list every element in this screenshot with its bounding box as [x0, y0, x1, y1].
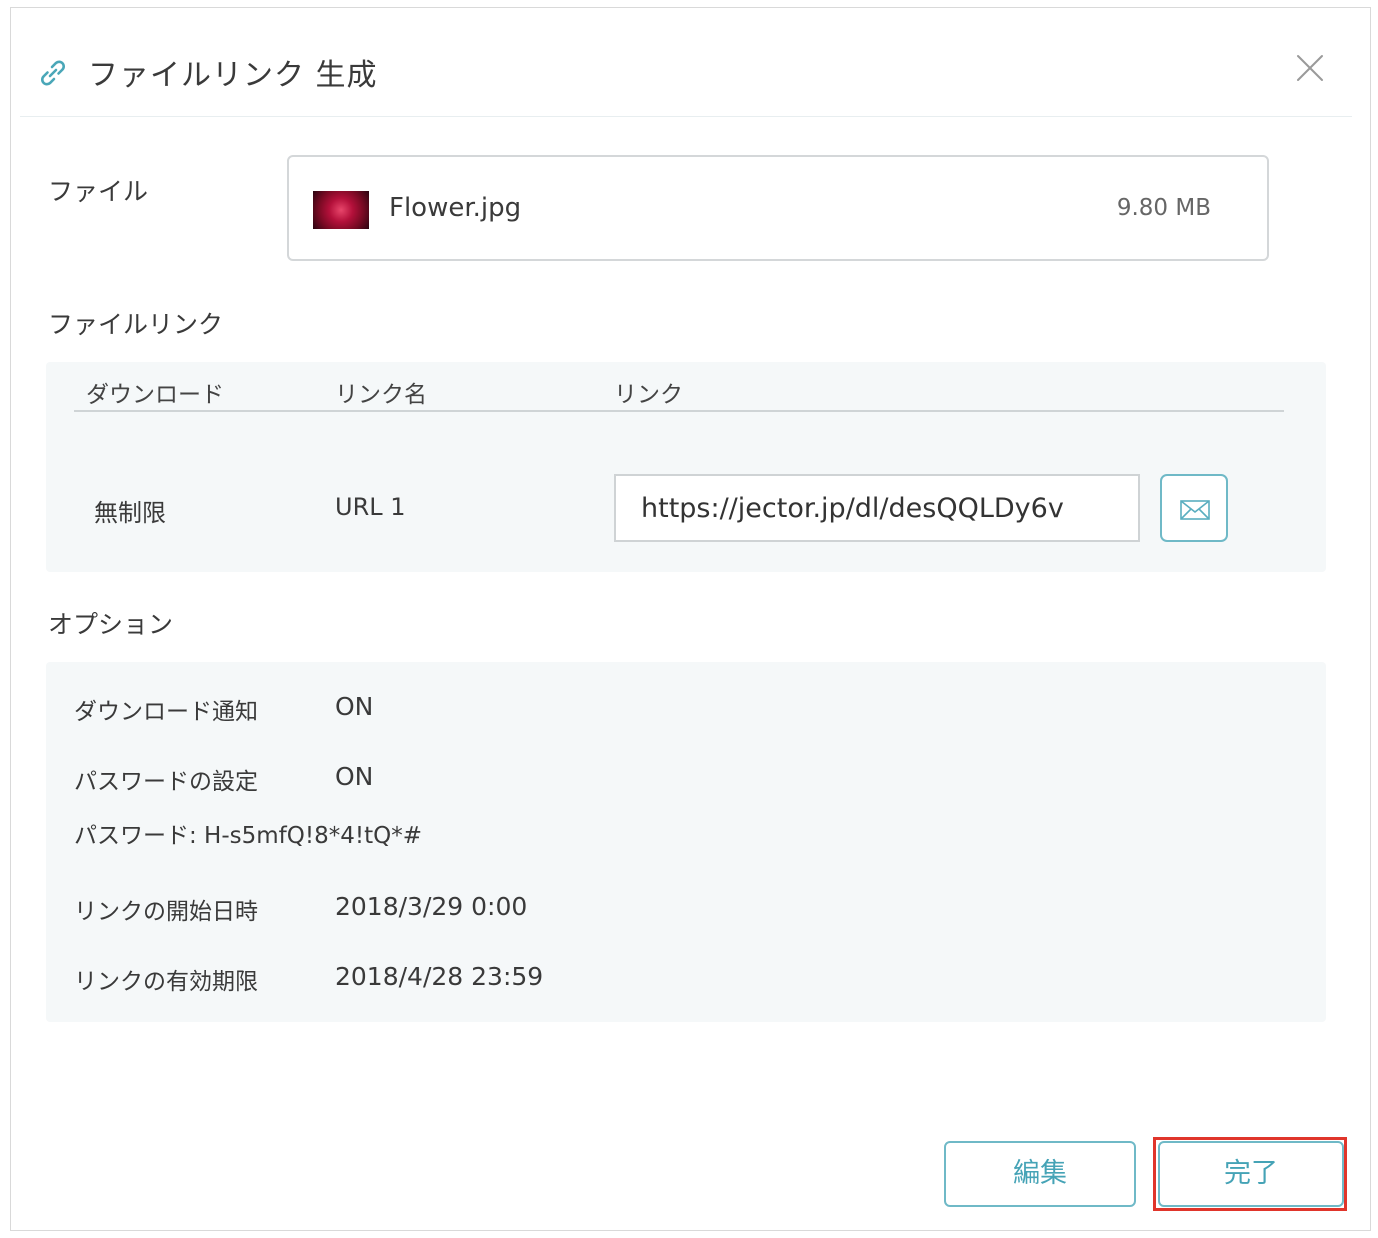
column-header-download: ダウンロード [86, 382, 224, 408]
password-setting-value: ON [335, 762, 374, 791]
link-start-value: 2018/3/29 0:00 [335, 892, 528, 921]
table-header-divider [74, 410, 1284, 412]
password-display: パスワード: H-s5mfQ!8*4!tQ*# [74, 823, 422, 849]
mail-icon [1180, 500, 1210, 520]
send-mail-button[interactable] [1160, 474, 1228, 542]
done-button[interactable]: 完了 [1158, 1141, 1344, 1207]
file-link-label: ファイルリンク [48, 310, 224, 339]
link-expiry-value: 2018/4/28 23:59 [335, 962, 544, 991]
download-notify-value: ON [335, 692, 374, 721]
flower-thumbnail [313, 191, 369, 229]
password-setting-label: パスワードの設定 [74, 769, 258, 795]
link-name: URL 1 [335, 493, 406, 521]
header-divider [20, 116, 1352, 117]
close-icon[interactable] [1294, 52, 1326, 84]
column-header-link-name: リンク名 [335, 382, 427, 408]
link-url-field[interactable] [614, 474, 1140, 542]
column-header-link: リンク [614, 382, 683, 408]
file-size: 9.80 MB [1116, 195, 1211, 221]
link-start-label: リンクの開始日時 [74, 899, 258, 925]
edit-button[interactable]: 編集 [944, 1141, 1136, 1207]
download-notify-label: ダウンロード通知 [74, 699, 258, 725]
options-label: オプション [48, 610, 174, 639]
file-name: Flower.jpg [389, 193, 522, 223]
download-limit: 無制限 [94, 499, 166, 527]
link-icon [41, 60, 65, 86]
link-expiry-label: リンクの有効期限 [74, 969, 258, 995]
file-label: ファイル [48, 177, 149, 206]
dialog-title: ファイルリンク 生成 [88, 58, 378, 93]
file-card: Flower.jpg 9.80 MB [287, 155, 1269, 261]
